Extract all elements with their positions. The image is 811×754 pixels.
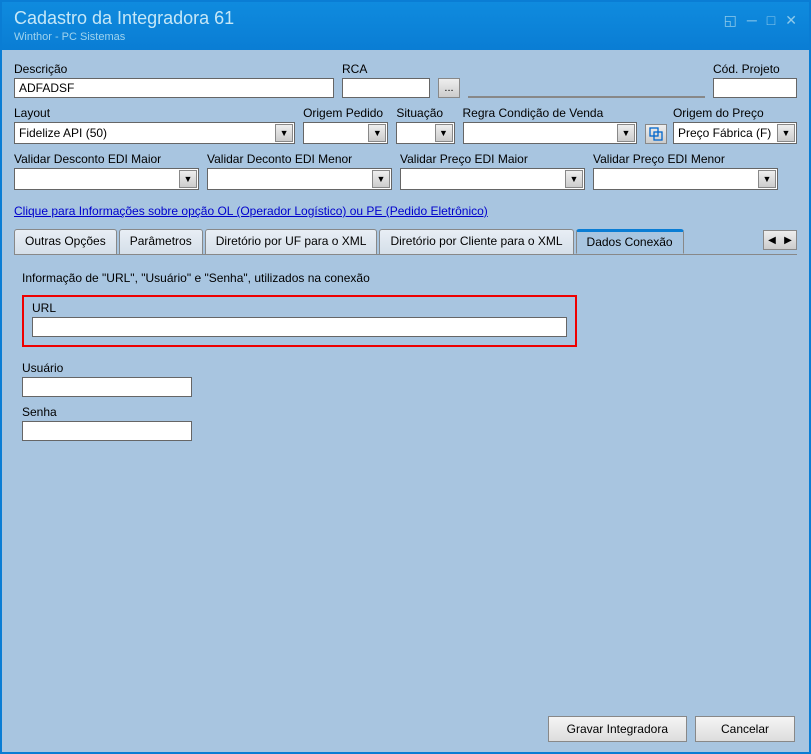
chevron-down-icon[interactable]: ▼: [758, 170, 776, 188]
cod-projeto-input[interactable]: [713, 78, 797, 98]
origem-preco-label: Origem do Preço: [673, 106, 797, 120]
app-window: Cadastro da Integradora 61 Winthor - PC …: [0, 0, 811, 754]
tab-dados-conexao[interactable]: Dados Conexão: [576, 229, 684, 254]
url-label: URL: [32, 301, 567, 315]
chevron-down-icon[interactable]: ▼: [565, 170, 583, 188]
origem-pedido-select[interactable]: ▼: [303, 122, 388, 144]
usuario-label: Usuário: [22, 361, 789, 375]
cod-projeto-label: Cód. Projeto: [713, 62, 797, 76]
expand-icon[interactable]: ◱: [724, 12, 737, 29]
footer: Gravar Integradora Cancelar: [548, 716, 795, 742]
senha-input[interactable]: [22, 421, 192, 441]
maximize-icon[interactable]: □: [767, 12, 775, 28]
tab-diretorio-cliente[interactable]: Diretório por Cliente para o XML: [379, 229, 573, 254]
validar-preco-menor-select[interactable]: ▼: [593, 168, 778, 190]
situacao-label: Situação: [396, 106, 454, 120]
chevron-down-icon[interactable]: ▼: [372, 170, 390, 188]
rca-display: [468, 96, 705, 98]
layout-select[interactable]: Fidelize API (50) ▼: [14, 122, 295, 144]
url-input[interactable]: [32, 317, 567, 337]
window-subtitle: Winthor - PC Sistemas: [14, 31, 234, 43]
tab-diretorio-uf[interactable]: Diretório por UF para o XML: [205, 229, 378, 254]
window-controls: ◱ ─ □ ✕: [724, 12, 797, 44]
copy-icon[interactable]: [645, 124, 667, 144]
connection-section-label: Informação de "URL", "Usuário" e "Senha"…: [22, 271, 789, 285]
rca-label: RCA: [342, 62, 430, 76]
regra-cond-venda-label: Regra Condição de Venda: [463, 106, 637, 120]
usuario-input[interactable]: [22, 377, 192, 397]
layout-label: Layout: [14, 106, 295, 120]
titlebar: Cadastro da Integradora 61 Winthor - PC …: [2, 2, 809, 50]
validar-desc-menor-label: Validar Deconto EDI Menor: [207, 152, 392, 166]
tab-content: Informação de "URL", "Usuário" e "Senha"…: [14, 254, 797, 654]
minimize-icon[interactable]: ─: [747, 12, 757, 28]
validar-desc-maior-label: Validar Desconto EDI Maior: [14, 152, 199, 166]
tab-scroll: ◀ ▶: [763, 230, 797, 250]
chevron-down-icon[interactable]: ▼: [368, 124, 386, 142]
rca-browse-button[interactable]: ...: [438, 78, 460, 98]
url-highlight-box: URL: [22, 295, 577, 347]
window-title: Cadastro da Integradora 61: [14, 8, 234, 29]
info-link[interactable]: Clique para Informações sobre opção OL (…: [14, 204, 488, 218]
descricao-input[interactable]: [14, 78, 334, 98]
chevron-down-icon[interactable]: ▼: [275, 124, 293, 142]
validar-preco-menor-label: Validar Preço EDI Menor: [593, 152, 778, 166]
regra-cond-venda-select[interactable]: ▼: [463, 122, 637, 144]
chevron-down-icon[interactable]: ▼: [435, 124, 453, 142]
content-area: Descrição RCA ... Cód. Projeto: [2, 50, 809, 666]
rca-input[interactable]: [342, 78, 430, 98]
chevron-down-icon[interactable]: ▼: [179, 170, 197, 188]
validar-preco-maior-label: Validar Preço EDI Maior: [400, 152, 585, 166]
close-icon[interactable]: ✕: [785, 12, 797, 29]
descricao-label: Descrição: [14, 62, 334, 76]
tab-scroll-left-icon[interactable]: ◀: [764, 231, 780, 249]
gravar-button[interactable]: Gravar Integradora: [548, 716, 687, 742]
tab-outras-opcoes[interactable]: Outras Opções: [14, 229, 117, 254]
validar-preco-maior-select[interactable]: ▼: [400, 168, 585, 190]
title-text: Cadastro da Integradora 61 Winthor - PC …: [14, 8, 234, 44]
cancelar-button[interactable]: Cancelar: [695, 716, 795, 742]
validar-desc-maior-select[interactable]: ▼: [14, 168, 199, 190]
situacao-select[interactable]: ▼: [396, 122, 454, 144]
chevron-down-icon[interactable]: ▼: [617, 124, 635, 142]
origem-preco-select[interactable]: Preço Fábrica (F) ▼: [673, 122, 797, 144]
validar-desc-menor-select[interactable]: ▼: [207, 168, 392, 190]
tab-bar: Outras Opções Parâmetros Diretório por U…: [14, 228, 797, 254]
tab-parametros[interactable]: Parâmetros: [119, 229, 203, 254]
senha-label: Senha: [22, 405, 789, 419]
tab-scroll-right-icon[interactable]: ▶: [780, 231, 796, 249]
chevron-down-icon[interactable]: ▼: [777, 124, 795, 142]
origem-pedido-label: Origem Pedido: [303, 106, 388, 120]
